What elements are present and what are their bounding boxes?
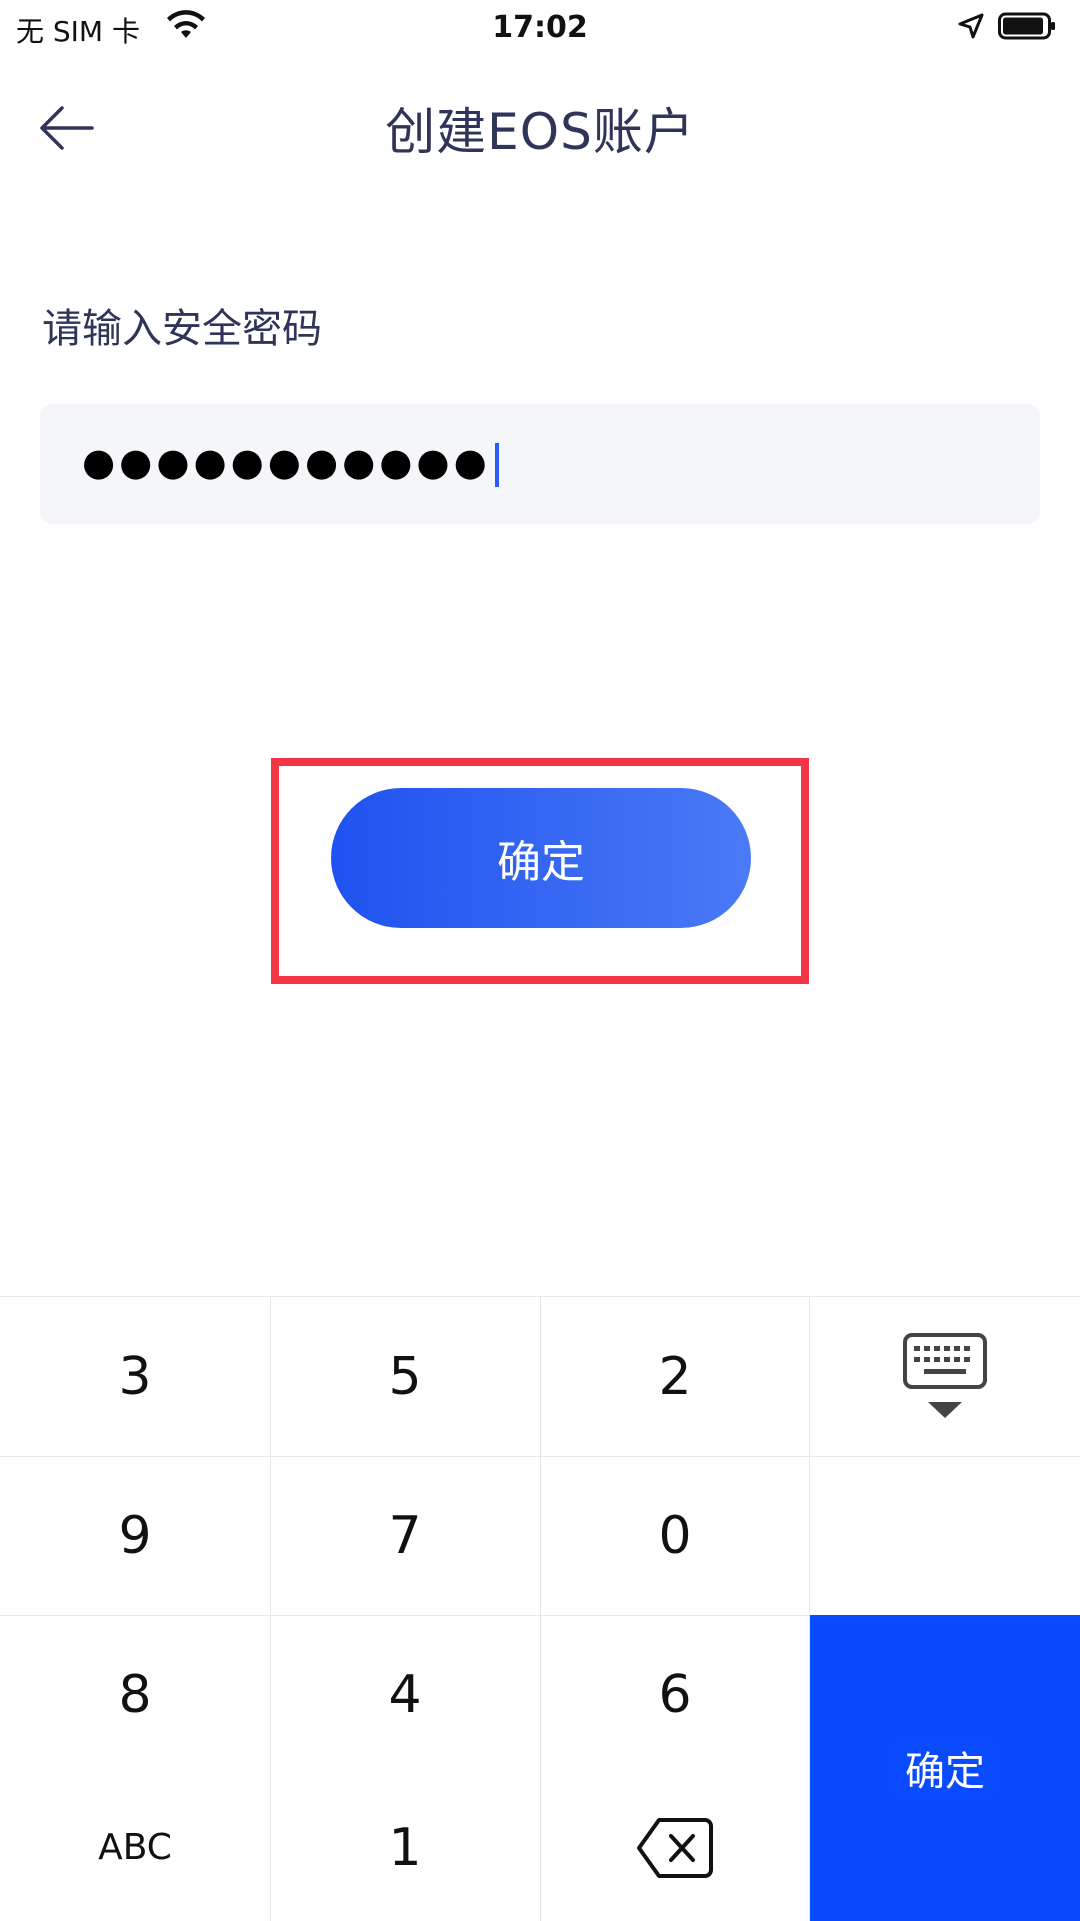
key-5[interactable]: 5 [270, 1297, 540, 1456]
delete-key[interactable] [540, 1774, 810, 1921]
text-caret [494, 442, 499, 487]
page-title: 创建EOS账户 [385, 103, 695, 161]
password-mask: ●●●●●●●●●●● [82, 440, 491, 484]
grid-line [810, 1456, 1080, 1457]
hide-keyboard-button[interactable] [810, 1297, 1080, 1456]
keyboard-confirm-button[interactable]: 确定 [810, 1615, 1080, 1921]
key-abc[interactable]: ABC [0, 1774, 270, 1921]
battery-icon [998, 12, 1055, 40]
key-9[interactable]: 9 [0, 1456, 270, 1615]
location-icon [958, 13, 984, 39]
key-7[interactable]: 7 [270, 1456, 540, 1615]
key-0[interactable]: 0 [540, 1456, 810, 1615]
key-3[interactable]: 3 [0, 1297, 270, 1456]
key-2[interactable]: 2 [540, 1297, 810, 1456]
key-8[interactable]: 8 [0, 1615, 270, 1774]
confirm-button[interactable]: 确定 [331, 788, 751, 928]
password-label: 请输入安全密码 [42, 306, 322, 352]
clock: 17:02 [492, 10, 588, 45]
numeric-keyboard: 3 5 2 9 7 0 8 4 6 ABC 1 确定 [0, 1296, 1080, 1921]
key-1[interactable]: 1 [270, 1774, 540, 1921]
status-bar: 无 SIM 卡 17:02 [0, 0, 1080, 54]
key-6[interactable]: 6 [540, 1615, 810, 1774]
password-input[interactable]: ●●●●●●●●●●● [40, 404, 1040, 524]
keyboard-hide-icon [903, 1332, 987, 1418]
key-4[interactable]: 4 [270, 1615, 540, 1774]
password-value: ●●●●●●●●●●● [82, 440, 499, 487]
backspace-icon [637, 1817, 713, 1878]
